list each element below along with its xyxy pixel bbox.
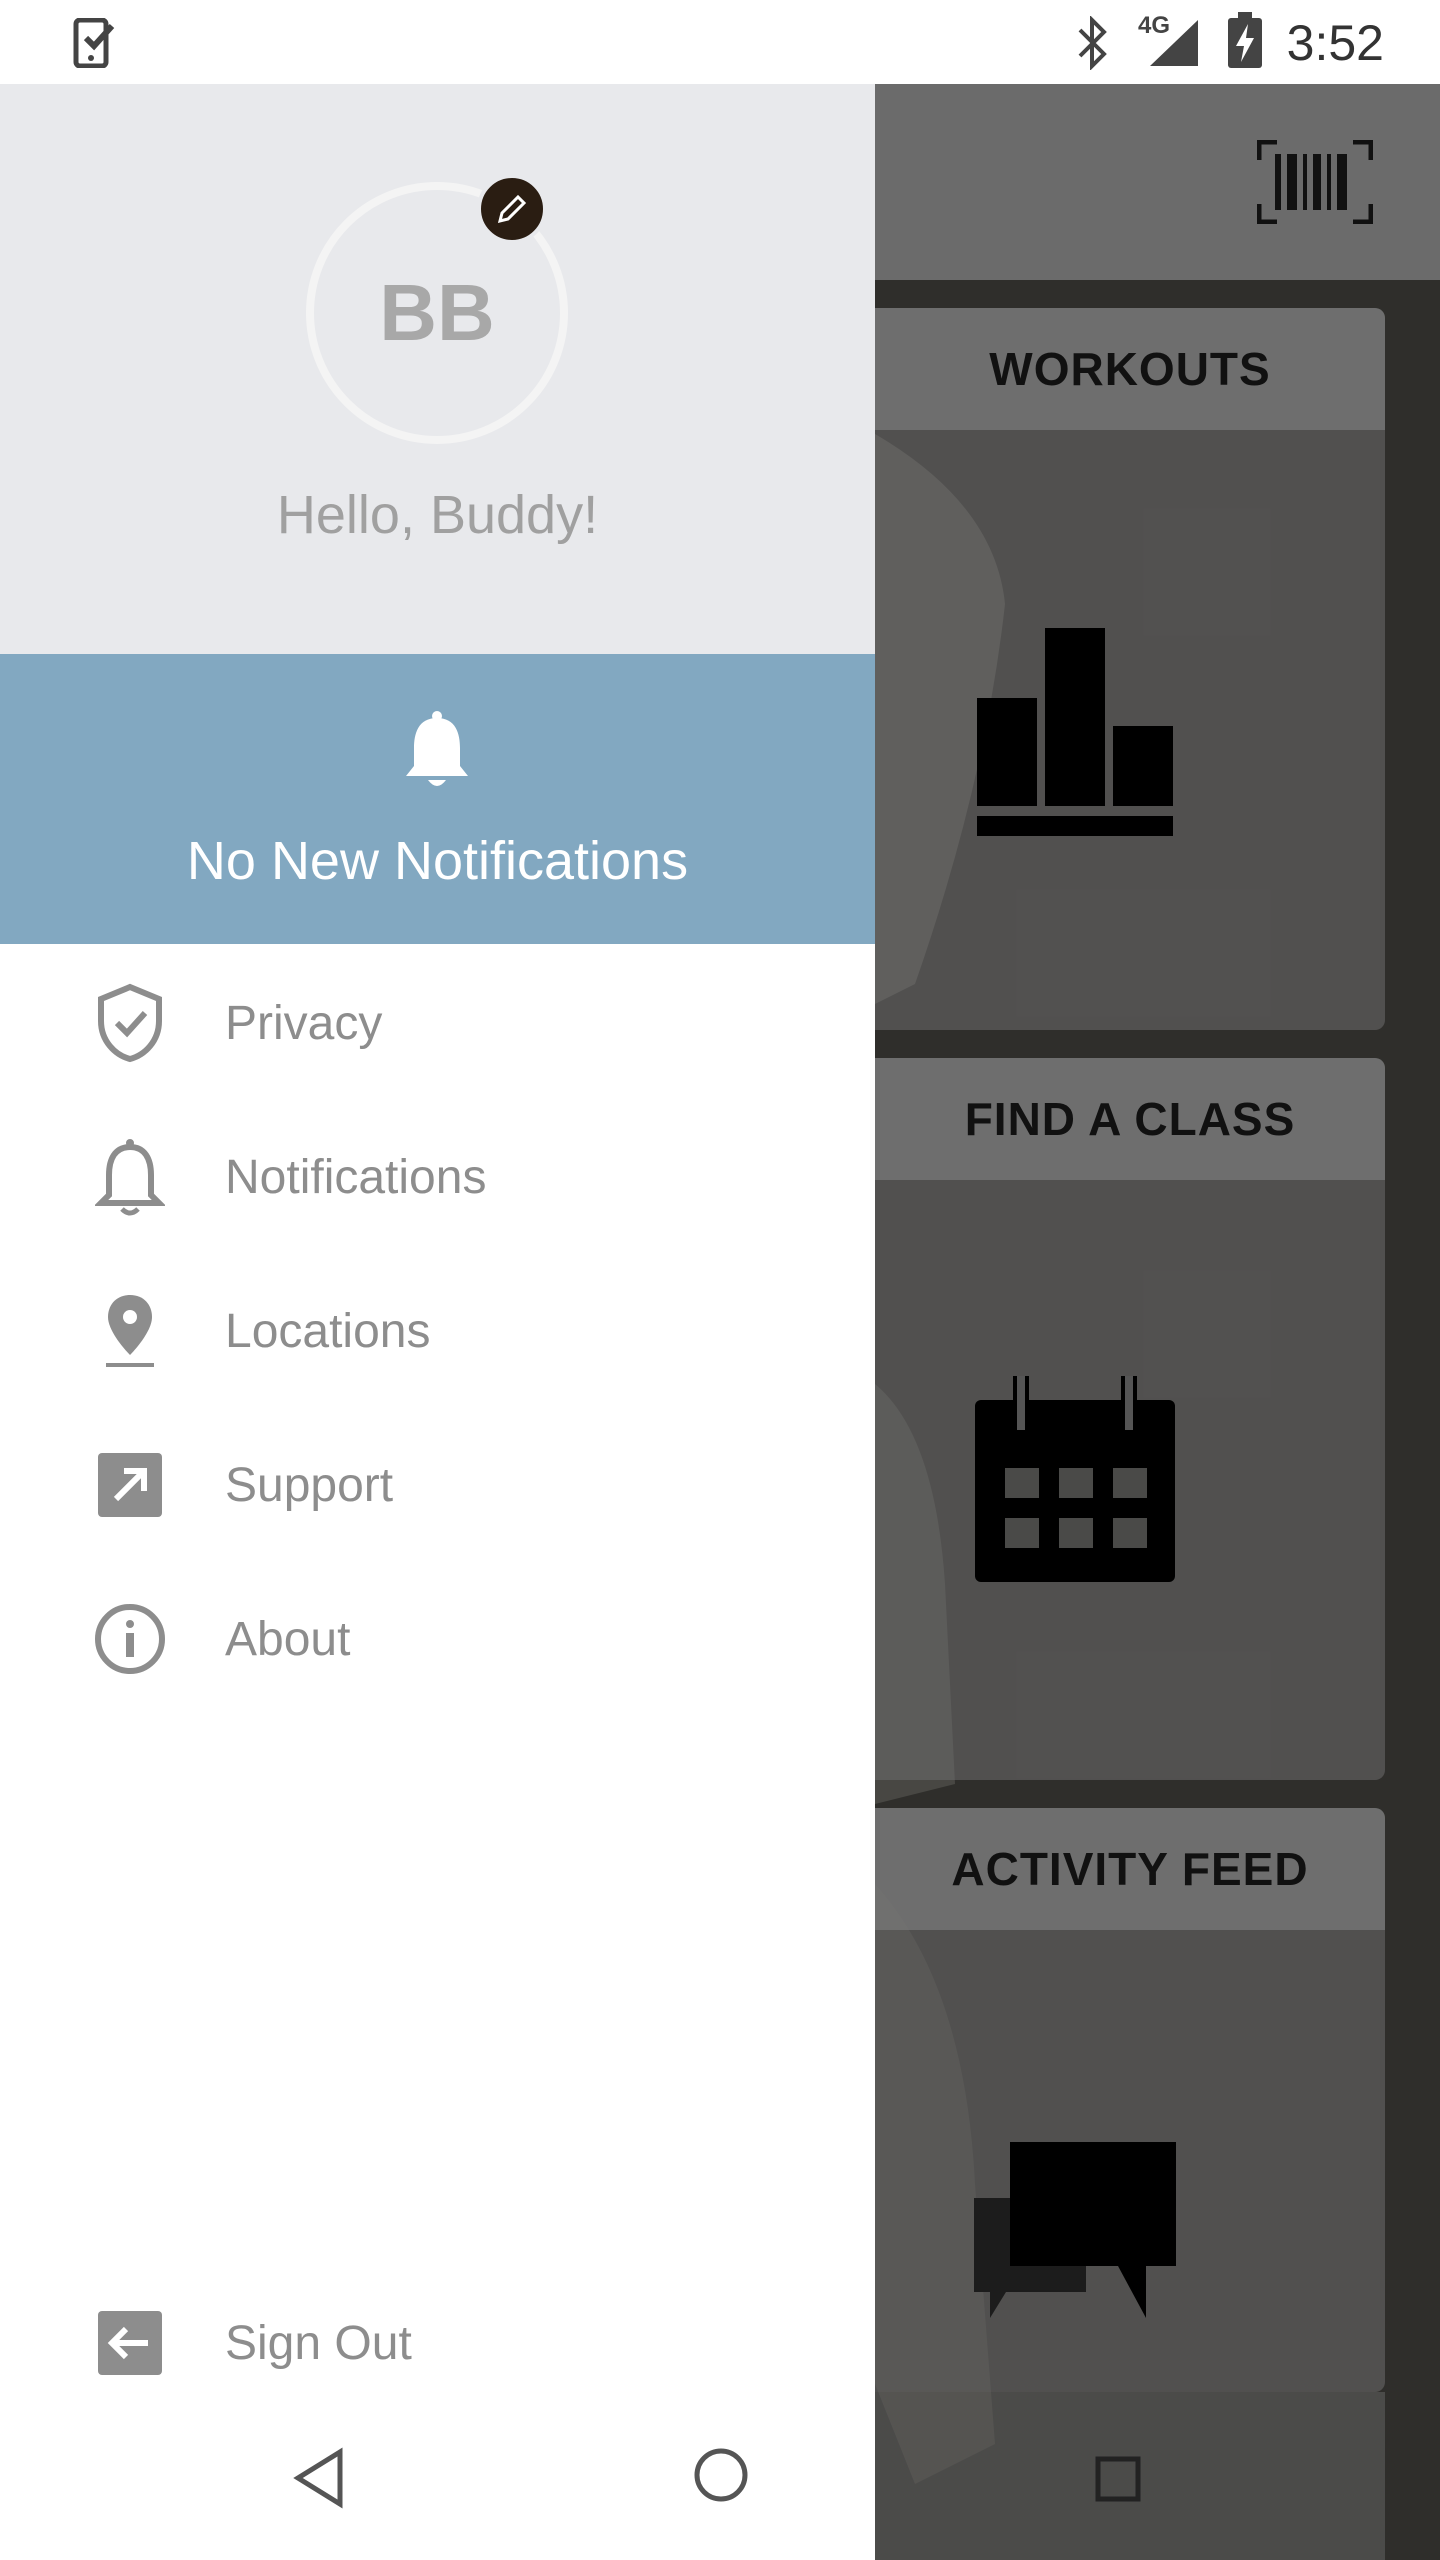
find-a-class-tile[interactable]: FIND A CLASS — [875, 1058, 1385, 1780]
bell-icon — [406, 711, 468, 786]
recent-apps-icon[interactable] — [1095, 2456, 1141, 2502]
status-clock: 3:52 — [1286, 15, 1384, 71]
status-bar: 4G 3:52 — [0, 0, 1440, 84]
background-app: WORKOUTS FIND A CLASS ACTIVITY FEED — [875, 84, 1440, 2560]
menu-item-locations[interactable]: Locations — [0, 1256, 875, 1406]
menu-item-support[interactable]: Support — [0, 1410, 875, 1560]
barcode-icon[interactable] — [1257, 140, 1373, 224]
profile-header: BB Hello, Buddy! — [0, 84, 875, 654]
navigation-drawer: BB Hello, Buddy! No New Notifications Pr… — [0, 84, 875, 2560]
sign-out-icon — [90, 2303, 170, 2383]
avatar-initials: BB — [379, 268, 495, 357]
menu-item-label: Notifications — [225, 1150, 487, 1204]
greeting-text: Hello, Buddy! — [276, 485, 599, 545]
bell-icon — [90, 1137, 170, 1217]
location-pin-icon — [90, 1291, 170, 1371]
find-a-class-tile-title: FIND A CLASS — [964, 1093, 1296, 1145]
external-link-icon — [90, 1445, 170, 1525]
sign-out-button[interactable]: Sign Out — [0, 2268, 875, 2418]
activity-feed-tile[interactable]: ACTIVITY FEED — [875, 1808, 1385, 2392]
task-checkbox-icon — [73, 18, 115, 68]
background-toolbar — [875, 84, 1440, 280]
menu-item-privacy[interactable]: Privacy — [0, 948, 875, 1098]
notifications-banner-text: No New Notifications — [186, 831, 689, 891]
notifications-banner[interactable]: No New Notifications — [0, 654, 875, 944]
pencil-icon — [497, 194, 527, 224]
edit-avatar-button[interactable] — [477, 174, 547, 244]
shield-check-icon — [90, 983, 170, 1063]
menu-item-label: Support — [225, 1458, 394, 1512]
workouts-tile-title: WORKOUTS — [989, 343, 1271, 395]
menu-item-label: Privacy — [225, 996, 383, 1050]
info-icon — [90, 1599, 170, 1679]
activity-feed-tile-title: ACTIVITY FEED — [951, 1843, 1309, 1895]
menu-item-label: About — [225, 1612, 351, 1666]
calendar-icon — [975, 1376, 1175, 1582]
bluetooth-icon — [1078, 16, 1107, 70]
menu-item-label: Locations — [225, 1304, 431, 1358]
signal-icon — [1150, 20, 1198, 66]
home-icon[interactable] — [692, 2446, 750, 2504]
sign-out-label: Sign Out — [225, 2316, 412, 2370]
bar-chart-icon — [977, 628, 1173, 836]
back-icon[interactable] — [290, 2446, 346, 2510]
menu-item-notifications[interactable]: Notifications — [0, 1102, 875, 1252]
chat-bubbles-icon — [974, 2142, 1176, 2318]
menu-item-about[interactable]: About — [0, 1564, 875, 1714]
workouts-tile[interactable]: WORKOUTS — [875, 308, 1385, 1030]
battery-charging-icon — [1228, 12, 1262, 68]
